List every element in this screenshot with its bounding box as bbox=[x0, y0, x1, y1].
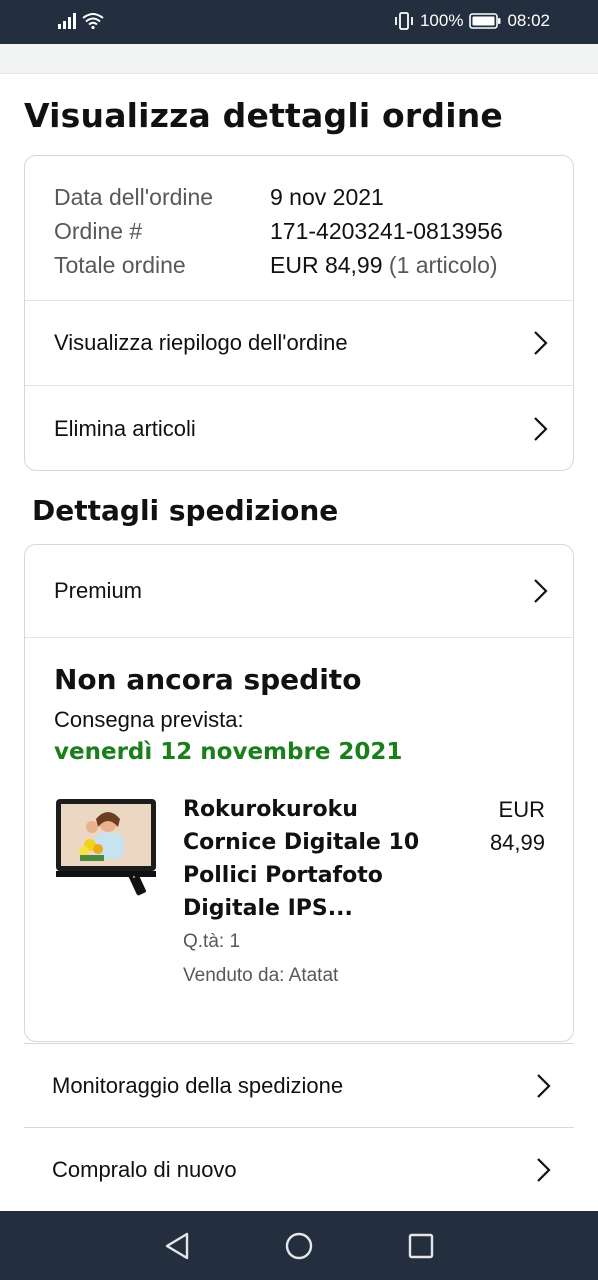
vibrate-icon bbox=[394, 12, 414, 30]
track-shipment-label: Monitoraggio della spedizione bbox=[52, 1072, 344, 1098]
home-circle-icon[interactable] bbox=[282, 1229, 316, 1263]
back-triangle-icon[interactable] bbox=[160, 1229, 194, 1263]
chevron-right-icon bbox=[531, 416, 549, 442]
order-total-items: (1 articolo) bbox=[388, 252, 498, 278]
order-number-label: Ordine # bbox=[54, 218, 143, 244]
product-seller: Venduto da: Atatat bbox=[183, 965, 339, 986]
wifi-icon bbox=[82, 12, 104, 29]
chevron-right-icon bbox=[534, 1073, 552, 1099]
divider bbox=[25, 637, 573, 638]
order-info-card: Data dell'ordine 9 nov 2021 Ordine # 171… bbox=[24, 155, 574, 471]
system-nav-bar bbox=[0, 1211, 598, 1280]
chevron-right-icon bbox=[531, 578, 549, 604]
shipping-service-label: Premium bbox=[54, 578, 143, 603]
status-left bbox=[58, 12, 104, 29]
view-order-summary-label: Visualizza riepilogo dell'ordine bbox=[54, 330, 348, 355]
shipment-status: Non ancora spedito bbox=[54, 663, 362, 696]
product-title-line: Rokurokuroku bbox=[183, 797, 358, 822]
product-title-line: Cornice Digitale 10 bbox=[183, 830, 420, 855]
order-total-row: Totale ordine EUR 84,99 (1 articolo) bbox=[54, 248, 503, 282]
status-bar: 100% 08:02 bbox=[0, 0, 598, 44]
price-value: 84,99 bbox=[489, 830, 545, 855]
status-right: 100% 08:02 bbox=[394, 11, 550, 31]
top-band bbox=[0, 44, 598, 74]
page-title: Visualizza dettagli ordine bbox=[24, 96, 503, 135]
order-number-row: Ordine # 171-4203241-0813956 bbox=[54, 214, 503, 248]
product-title-line: Digitale IPS... bbox=[183, 896, 353, 921]
signal-icon bbox=[58, 12, 76, 29]
clock: 08:02 bbox=[507, 11, 550, 30]
order-date-value: 9 nov 2021 bbox=[270, 184, 384, 210]
shipping-service-row[interactable]: Premium bbox=[25, 545, 573, 637]
shipping-section-title: Dettagli spedizione bbox=[32, 494, 339, 527]
delivery-label: Consegna prevista: bbox=[54, 707, 244, 732]
buy-again-row[interactable]: Compralo di nuovo bbox=[24, 1127, 574, 1211]
view-order-summary-row[interactable]: Visualizza riepilogo dell'ordine bbox=[25, 301, 573, 385]
order-date-label: Data dell'ordine bbox=[54, 184, 214, 210]
product-image[interactable] bbox=[54, 797, 162, 897]
product-price: EUR 84,99 bbox=[490, 793, 545, 859]
order-summary: Data dell'ordine 9 nov 2021 Ordine # 171… bbox=[54, 180, 503, 282]
order-number-value: 171-4203241-0813956 bbox=[270, 218, 503, 244]
shipment-card: Premium Non ancora spedito Consegna prev… bbox=[24, 544, 574, 1042]
product-quantity: Q.tà: 1 bbox=[183, 931, 241, 952]
chevron-right-icon bbox=[531, 330, 549, 356]
remove-items-label: Elimina articoli bbox=[54, 415, 196, 441]
order-total-value: EUR 84,99 (1 articolo) bbox=[270, 248, 498, 282]
battery-icon bbox=[469, 13, 501, 29]
product-title-line: Pollici Portafoto bbox=[183, 863, 383, 888]
chevron-right-icon bbox=[534, 1157, 552, 1183]
order-date-row: Data dell'ordine 9 nov 2021 bbox=[54, 180, 503, 214]
order-total-label: Totale ordine bbox=[54, 252, 186, 278]
delivery-date: venerdì 12 novembre 2021 bbox=[54, 739, 403, 765]
track-shipment-row[interactable]: Monitoraggio della spedizione bbox=[24, 1043, 574, 1127]
buy-again-label: Compralo di nuovo bbox=[52, 1156, 237, 1182]
product-title[interactable]: Rokurokuroku Cornice Digitale 10 Pollici… bbox=[183, 793, 433, 925]
recents-square-icon[interactable] bbox=[404, 1229, 438, 1263]
order-total-amount: EUR 84,99 bbox=[270, 252, 383, 278]
price-currency: EUR bbox=[498, 797, 545, 822]
remove-items-row[interactable]: Elimina articoli bbox=[25, 386, 573, 471]
battery-percent: 100% bbox=[419, 11, 464, 30]
